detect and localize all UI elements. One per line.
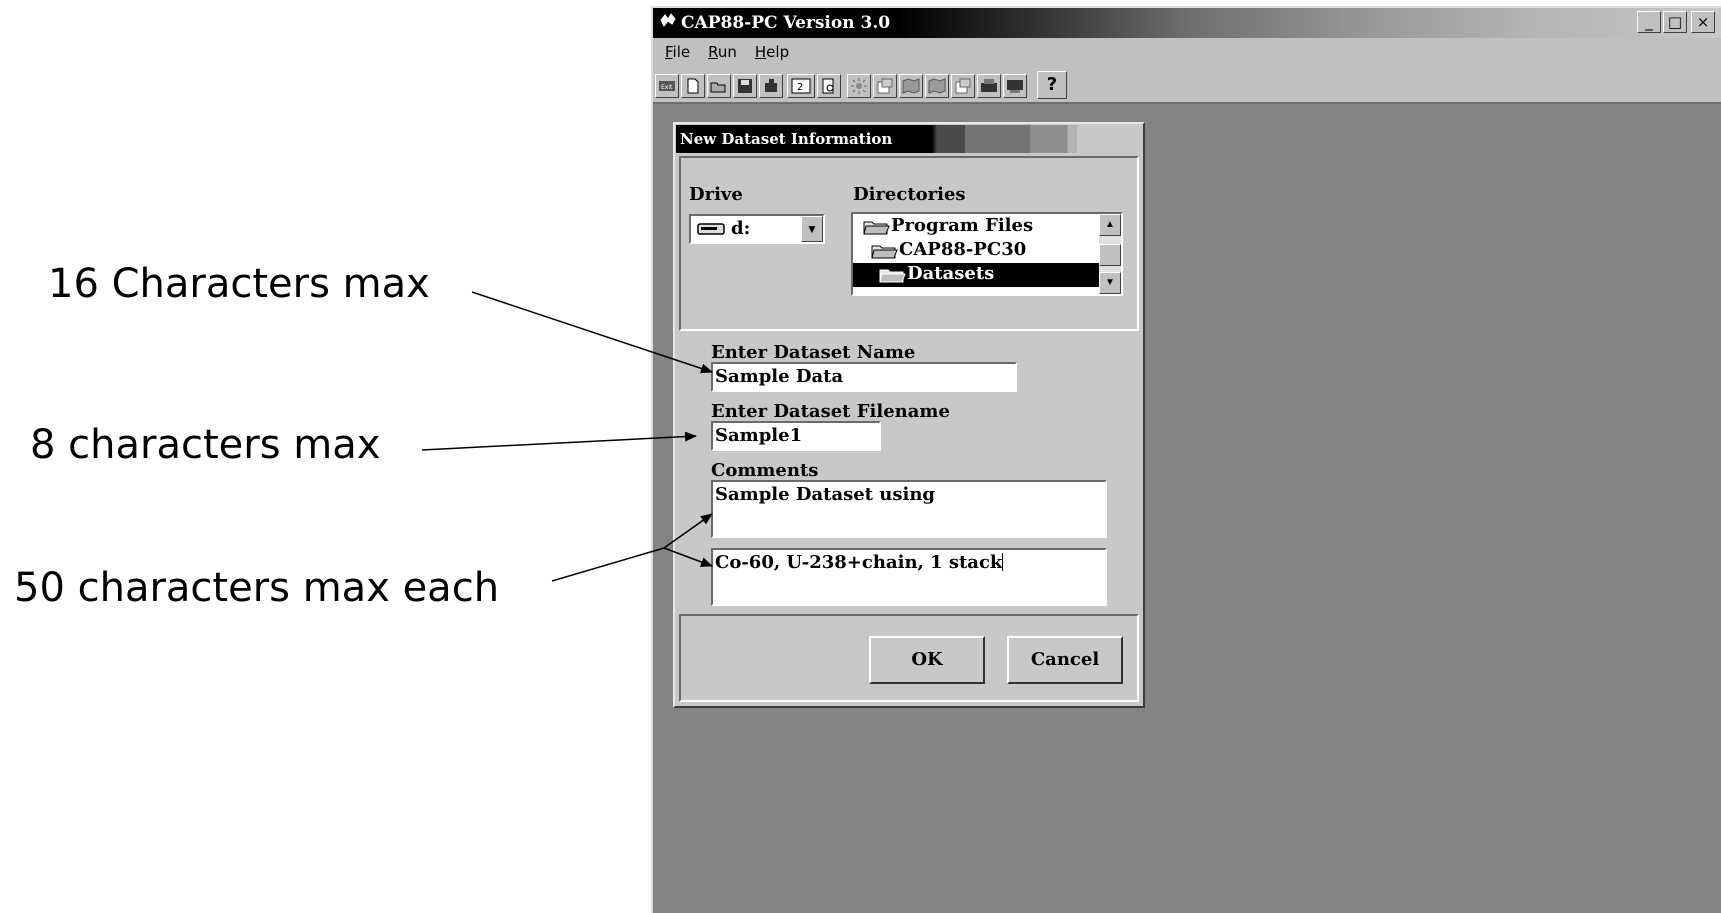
directories-label: Directories — [853, 184, 966, 205]
ok-button[interactable]: OK — [869, 636, 985, 684]
directory-name: Datasets — [907, 263, 995, 284]
menu-help[interactable]: Help — [755, 43, 789, 61]
dialog-title: New Dataset Information — [680, 130, 893, 148]
open-folder-icon — [879, 269, 906, 283]
comment-line-2-input[interactable]: Co-60, U-238+chain, 1 stack — [711, 548, 1107, 606]
cancel-button[interactable]: Cancel — [1007, 636, 1123, 684]
directory-list[interactable]: Program Files CAP88-PC30 Datasets ▲ ▼ — [851, 212, 1123, 296]
menu-file[interactable]: File — [665, 43, 690, 61]
exit-icon[interactable]: Exit — [655, 74, 679, 98]
drive-value: d: — [731, 218, 751, 239]
directory-item-selected[interactable]: Datasets — [853, 263, 1101, 287]
directory-name: Program Files — [891, 215, 1034, 236]
scroll-thumb[interactable] — [1099, 244, 1121, 266]
open-folder-icon[interactable] — [707, 74, 731, 98]
dataset-filename-label: Enter Dataset Filename — [711, 401, 950, 422]
app-icon — [660, 13, 676, 27]
dataset-filename-input[interactable]: Sample1 — [711, 421, 881, 451]
new-file-icon[interactable] — [681, 74, 705, 98]
maximize-button[interactable]: □ — [1663, 11, 1687, 33]
svg-text:Exit: Exit — [661, 84, 673, 91]
arrow-comments-main — [551, 547, 665, 582]
close-button[interactable]: × — [1691, 11, 1715, 33]
close-file-icon[interactable] — [759, 74, 783, 98]
save-icon[interactable] — [733, 74, 757, 98]
directory-item[interactable]: Program Files — [853, 215, 1093, 239]
help-button[interactable]: ? — [1037, 71, 1067, 99]
open-folder-icon — [863, 221, 890, 235]
scroll-down-icon[interactable]: ▼ — [1099, 272, 1121, 294]
toolbar: Exit 2 ? — [653, 66, 1721, 104]
print-preview-icon[interactable] — [1003, 74, 1027, 98]
annotation-comments-limit: 50 characters max each — [14, 565, 500, 611]
chevron-down-icon[interactable]: ▼ — [801, 216, 823, 242]
scroll-up-icon[interactable]: ▲ — [1099, 214, 1121, 236]
directory-item[interactable]: CAP88-PC30 — [853, 239, 1093, 263]
open-folder-icon — [871, 245, 898, 259]
new-dataset-dialog: New Dataset Information Drive Directorie… — [673, 122, 1145, 708]
menu-bar: File Run Help — [653, 38, 1721, 66]
title-bar[interactable]: CAP88-PC Version 3.0 _ □ × — [653, 8, 1721, 38]
chart-icon[interactable] — [951, 74, 975, 98]
comments-label: Comments — [711, 460, 819, 481]
comment-line-1-input[interactable]: Sample Dataset using — [711, 480, 1107, 538]
svg-text:2: 2 — [797, 82, 803, 93]
map-icon[interactable] — [925, 74, 949, 98]
dialog-title-bar[interactable]: New Dataset Information — [676, 125, 1142, 153]
map-icon[interactable] — [899, 74, 923, 98]
drive-select[interactable]: d: ▼ — [689, 214, 825, 244]
report-icon[interactable]: 2 — [787, 74, 815, 98]
annotation-name-limit: 16 Characters max — [48, 261, 430, 307]
drive-label: Drive — [689, 184, 743, 205]
preview-icon[interactable] — [817, 74, 841, 98]
print-icon[interactable] — [977, 74, 1001, 98]
directory-name: CAP88-PC30 — [899, 239, 1027, 260]
window-title: CAP88-PC Version 3.0 — [681, 13, 891, 33]
drive-icon — [697, 223, 725, 235]
sun-icon[interactable] — [847, 74, 871, 98]
annotation-filename-limit: 8 characters max — [30, 422, 381, 468]
text-caret — [1002, 553, 1004, 571]
button-group: OK Cancel — [679, 614, 1139, 702]
comment-line-2-text: Co-60, U-238+chain, 1 stack — [715, 552, 1003, 573]
dataset-icon[interactable] — [873, 74, 897, 98]
dataset-name-input[interactable]: Sample Data — [711, 362, 1017, 392]
menu-run[interactable]: Run — [708, 43, 737, 61]
minimize-button[interactable]: _ — [1637, 11, 1661, 33]
dataset-name-label: Enter Dataset Name — [711, 342, 916, 363]
scrollbar[interactable]: ▲ ▼ — [1099, 214, 1121, 294]
